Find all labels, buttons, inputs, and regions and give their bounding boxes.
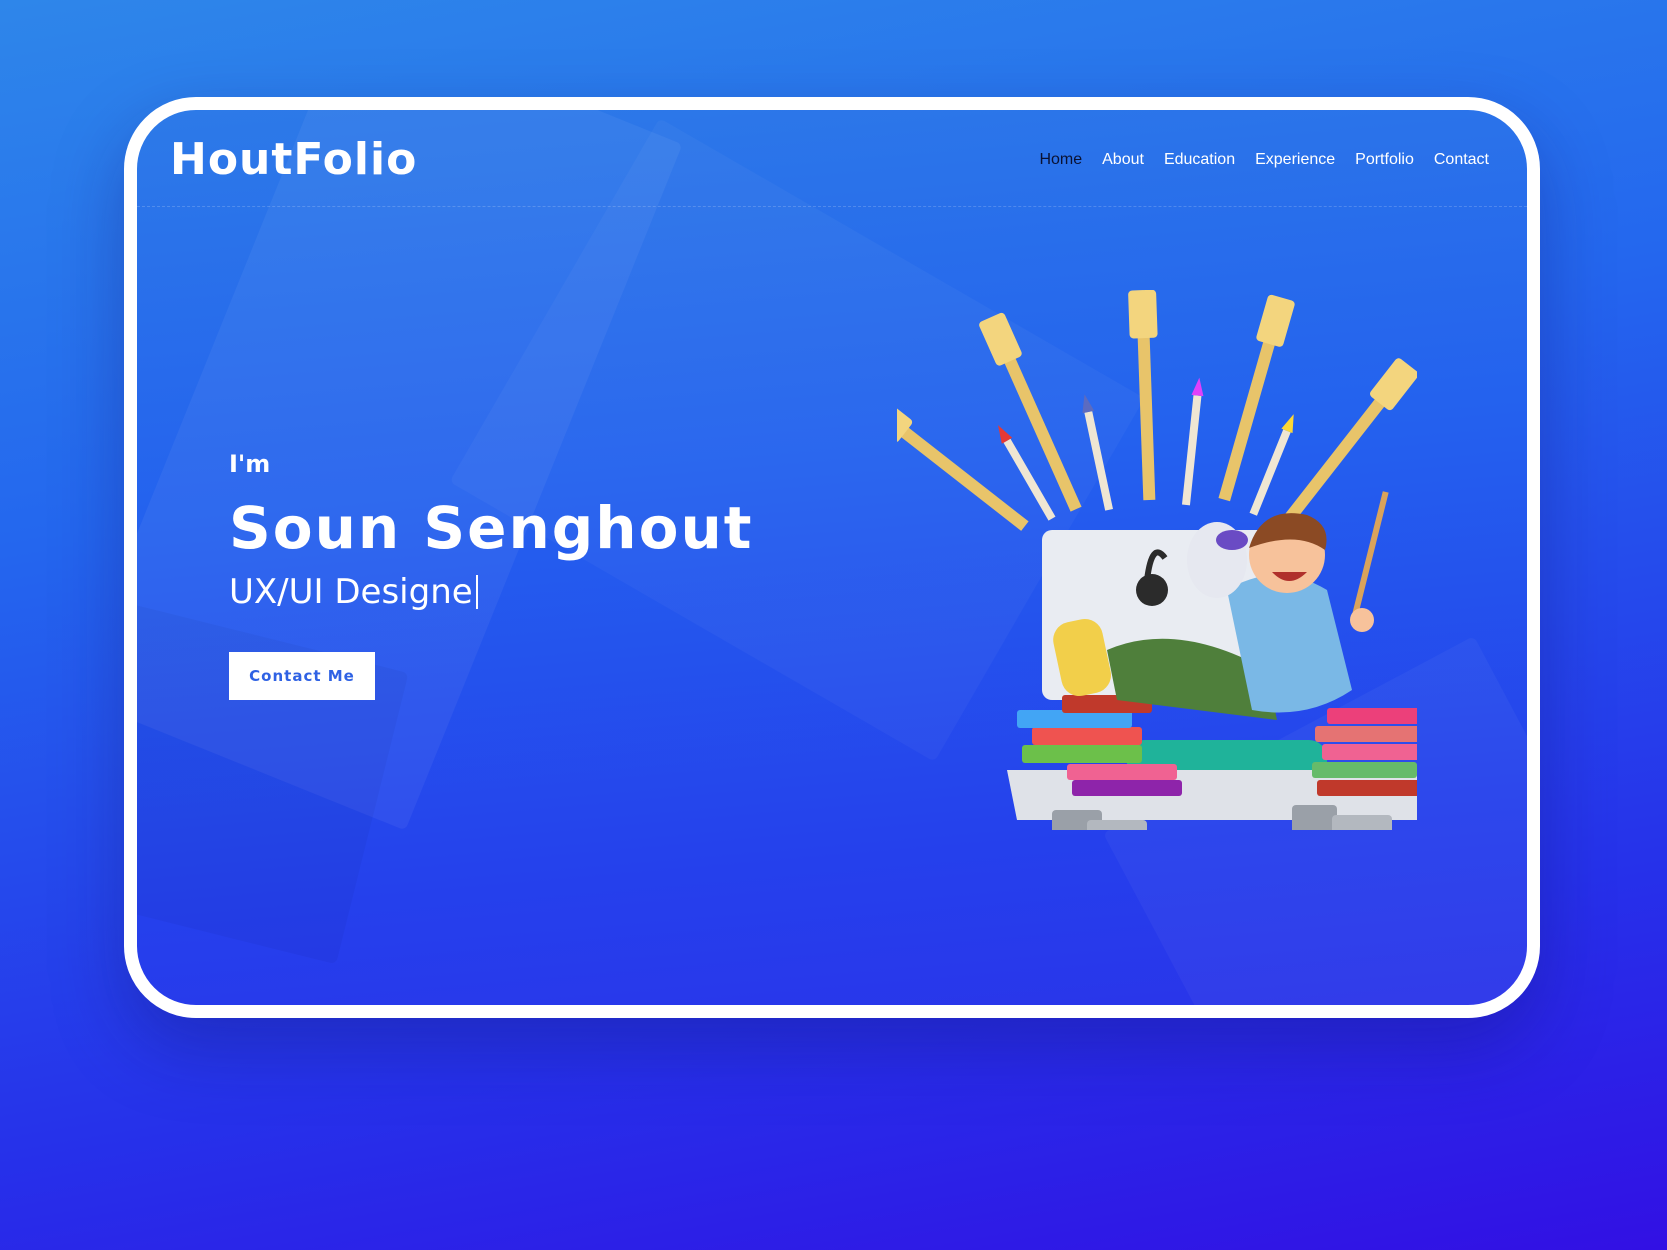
hero-name: Soun Senghout — [229, 494, 754, 562]
hero-greeting: I'm — [229, 450, 271, 478]
nav-item-about[interactable]: About — [1102, 151, 1144, 169]
browser-frame: HoutFolio Home About Education Experienc… — [124, 97, 1540, 1018]
nav-item-portfolio[interactable]: Portfolio — [1355, 151, 1414, 169]
hero-role-text: UX/UI Designe — [229, 572, 473, 612]
hero-role: UX/UI Designe — [229, 572, 753, 612]
main-nav: Home About Education Experience Portfoli… — [1039, 151, 1489, 169]
contact-me-button[interactable]: Contact Me — [229, 652, 375, 700]
hero-illustration — [897, 290, 1417, 830]
navbar: HoutFolio Home About Education Experienc… — [137, 110, 1527, 207]
nav-item-contact[interactable]: Contact — [1434, 151, 1489, 169]
nav-item-home[interactable]: Home — [1039, 151, 1082, 169]
nav-item-education[interactable]: Education — [1164, 151, 1235, 169]
hero-section: I'm Soun Senghout UX/UI Designe Contact … — [229, 450, 753, 700]
typing-cursor — [475, 575, 478, 609]
site-logo[interactable]: HoutFolio — [170, 134, 417, 185]
nav-item-experience[interactable]: Experience — [1255, 151, 1335, 169]
guitar-fan-icon — [897, 290, 1417, 531]
